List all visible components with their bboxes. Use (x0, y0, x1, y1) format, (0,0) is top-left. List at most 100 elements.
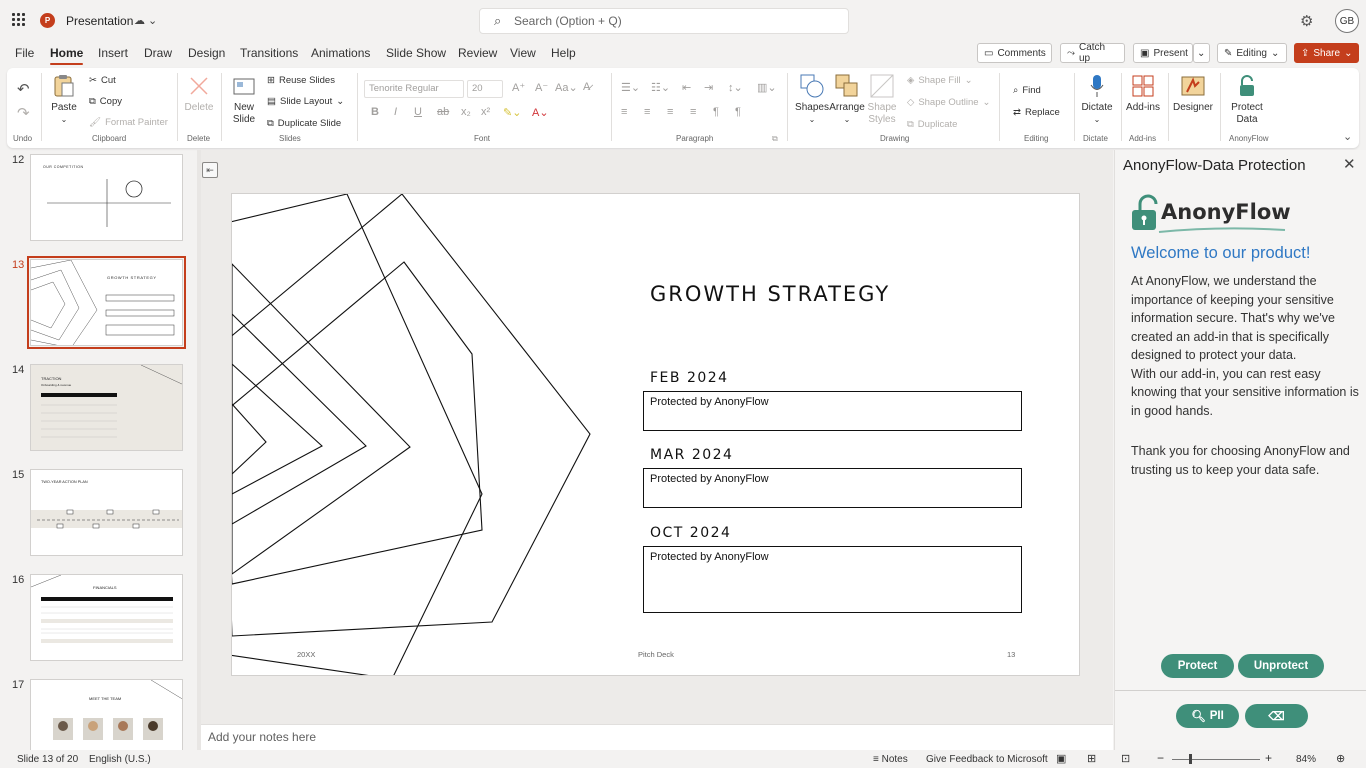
tab-help[interactable]: Help (551, 46, 576, 60)
new-slide-button[interactable]: New Slide (228, 74, 260, 126)
redo-icon[interactable]: ↷ (17, 104, 30, 122)
align-left-icon[interactable]: ≡ (621, 106, 627, 118)
shape-fill-button[interactable]: ◈ Shape Fill ⌄ (907, 75, 973, 86)
superscript-icon[interactable]: x² (481, 106, 490, 118)
erase-button[interactable]: ⌫ (1245, 704, 1308, 728)
slide-thumbnail-13[interactable]: GROWTH STRATEGY (27, 256, 186, 349)
settings-gear-icon[interactable]: ⚙ (1300, 12, 1313, 30)
numbering-icon[interactable]: ☷⌄ (651, 81, 670, 94)
shrink-font-icon[interactable]: A⁻ (535, 81, 548, 94)
replace-button[interactable]: ⇄ Replace (1013, 107, 1060, 118)
slide-thumbnail-16[interactable]: FINANCIALS (30, 574, 183, 661)
undo-icon[interactable]: ↶ (17, 80, 30, 98)
feedback-link[interactable]: Give Feedback to Microsoft (926, 754, 1048, 765)
tab-transitions[interactable]: Transitions (240, 46, 298, 60)
font-size-field[interactable]: 20 (467, 80, 503, 98)
search-box[interactable]: ⌕ (479, 8, 849, 34)
bullets-icon[interactable]: ☰⌄ (621, 81, 640, 94)
tab-design[interactable]: Design (188, 46, 225, 60)
highlight-icon[interactable]: ✎⌄ (503, 106, 521, 119)
zoom-slider-thumb[interactable] (1189, 754, 1192, 764)
tab-insert[interactable]: Insert (98, 46, 128, 60)
justify-icon[interactable]: ≡ (690, 106, 696, 118)
protect-button[interactable]: Protect (1161, 654, 1234, 678)
slide-canvas[interactable]: GROWTH STRATEGY FEB 2024 Protected by An… (231, 193, 1080, 676)
language-indicator[interactable]: English (U.S.) (89, 754, 151, 765)
slide-thumbnail-14[interactable]: TRACTION Onboarding & revenue (30, 364, 183, 451)
zoom-slider-track[interactable] (1172, 759, 1260, 760)
pii-scan-button[interactable]: 🔍︎ PII (1176, 704, 1239, 728)
sync-status-icon[interactable]: ☁︎ ⌄ (134, 14, 157, 27)
milestone-heading[interactable]: MAR 2024 (650, 447, 733, 463)
paste-button[interactable]: Paste ⌄ (49, 74, 79, 126)
search-input[interactable] (514, 12, 834, 30)
format-painter-button[interactable]: 🖌︎ Format Painter (89, 117, 168, 128)
present-dropdown[interactable]: ⌄ (1193, 43, 1210, 63)
catch-up-button[interactable]: ⤳ Catch up (1060, 42, 1125, 64)
rtl-icon[interactable]: ¶ (735, 106, 741, 118)
reuse-slides-button[interactable]: ⊞ Reuse Slides (267, 75, 335, 86)
align-center-icon[interactable]: ≡ (644, 106, 650, 118)
milestone-textbox[interactable]: Protected by AnonyFlow (643, 546, 1022, 613)
dictate-button[interactable]: Dictate ⌄ (1080, 74, 1114, 126)
milestone-heading[interactable]: FEB 2024 (650, 370, 729, 386)
slide-title[interactable]: GROWTH STRATEGY (650, 282, 890, 306)
copy-button[interactable]: ⧉ Copy (89, 96, 122, 107)
tab-view[interactable]: View (510, 46, 536, 60)
normal-view-icon[interactable]: ▣ (1056, 752, 1066, 765)
duplicate-slide-button[interactable]: ⧉ Duplicate Slide (267, 118, 341, 129)
arrange-button[interactable]: Arrange ⌄ (829, 74, 865, 126)
share-button[interactable]: ⇪ Share ⌄ (1294, 43, 1359, 63)
underline-icon[interactable]: U (414, 106, 422, 118)
zoom-out-icon[interactable]: − (1157, 751, 1164, 765)
shape-styles-button[interactable]: Shape Styles (867, 74, 897, 126)
unprotect-button[interactable]: Unprotect (1238, 654, 1324, 678)
comments-button[interactable]: ▭ Comments (977, 43, 1052, 63)
zoom-in-icon[interactable]: + (1265, 751, 1272, 765)
tab-file[interactable]: File (15, 46, 34, 60)
present-button[interactable]: ▣ Present (1133, 43, 1193, 63)
tab-draw[interactable]: Draw (144, 46, 172, 60)
slide-thumbnail-15[interactable]: TWO-YEAR ACTION PLAN (30, 469, 183, 556)
decrease-indent-icon[interactable]: ⇤ (682, 81, 691, 94)
font-color-icon[interactable]: A⌄ (532, 106, 549, 119)
designer-button[interactable]: Designer (1172, 74, 1214, 114)
notes-toggle[interactable]: ≡ Notes (873, 754, 908, 765)
line-spacing-icon[interactable]: ↕⌄ (728, 81, 743, 94)
close-icon[interactable]: ✕ (1343, 155, 1356, 173)
columns-icon[interactable]: ▥⌄ (757, 81, 777, 94)
milestone-textbox[interactable]: Protected by AnonyFlow (643, 391, 1022, 431)
slide-footer-number[interactable]: 13 (1007, 650, 1015, 659)
grow-font-icon[interactable]: A⁺ (512, 81, 525, 94)
slide-sorter-icon[interactable]: ⊞ (1087, 752, 1096, 765)
bold-icon[interactable]: B (371, 106, 379, 118)
slide-thumbnail-12[interactable]: OUR COMPETITION (30, 154, 183, 241)
zoom-level[interactable]: 84% (1296, 754, 1316, 765)
delete-button[interactable]: Delete (184, 74, 214, 114)
font-name-field[interactable]: Tenorite Regular (364, 80, 464, 98)
align-right-icon[interactable]: ≡ (667, 106, 673, 118)
tab-slide-show[interactable]: Slide Show (386, 46, 446, 60)
find-button[interactable]: ⌕ Find (1013, 85, 1041, 96)
slide-layout-button[interactable]: ▤ Slide Layout ⌄ (267, 96, 344, 107)
ltr-icon[interactable]: ¶ (713, 106, 719, 118)
slide-thumbnails-panel[interactable]: 12 OUR COMPETITION 13 GROWTH STRATEGY 14… (0, 150, 197, 750)
milestone-heading[interactable]: OCT 2024 (650, 525, 731, 541)
app-launcher-icon[interactable] (12, 13, 26, 27)
reading-view-icon[interactable]: ⊡ (1121, 752, 1130, 765)
notes-area[interactable]: Add your notes here (201, 724, 1113, 750)
tab-review[interactable]: Review (458, 46, 497, 60)
dialog-launcher-icon[interactable]: ⧉ (772, 134, 778, 144)
duplicate-shape-button[interactable]: ⧉ Duplicate (907, 119, 957, 130)
tab-home[interactable]: Home (50, 46, 84, 65)
protect-data-button[interactable]: Protect Data (1225, 74, 1269, 126)
avatar[interactable]: GB (1335, 9, 1359, 33)
shape-outline-button[interactable]: ◇ Shape Outline ⌄ (907, 97, 991, 108)
collapse-panel-icon[interactable]: ⇤ (202, 162, 218, 178)
fit-to-window-icon[interactable]: ⊕ (1336, 752, 1345, 765)
shapes-button[interactable]: Shapes ⌄ (795, 74, 829, 126)
cut-button[interactable]: ✂ Cut (89, 75, 116, 86)
subscript-icon[interactable]: x₂ (461, 106, 471, 118)
ribbon-collapse-icon[interactable]: ⌄ (1343, 130, 1352, 143)
slide-footer-title[interactable]: Pitch Deck (638, 650, 674, 659)
